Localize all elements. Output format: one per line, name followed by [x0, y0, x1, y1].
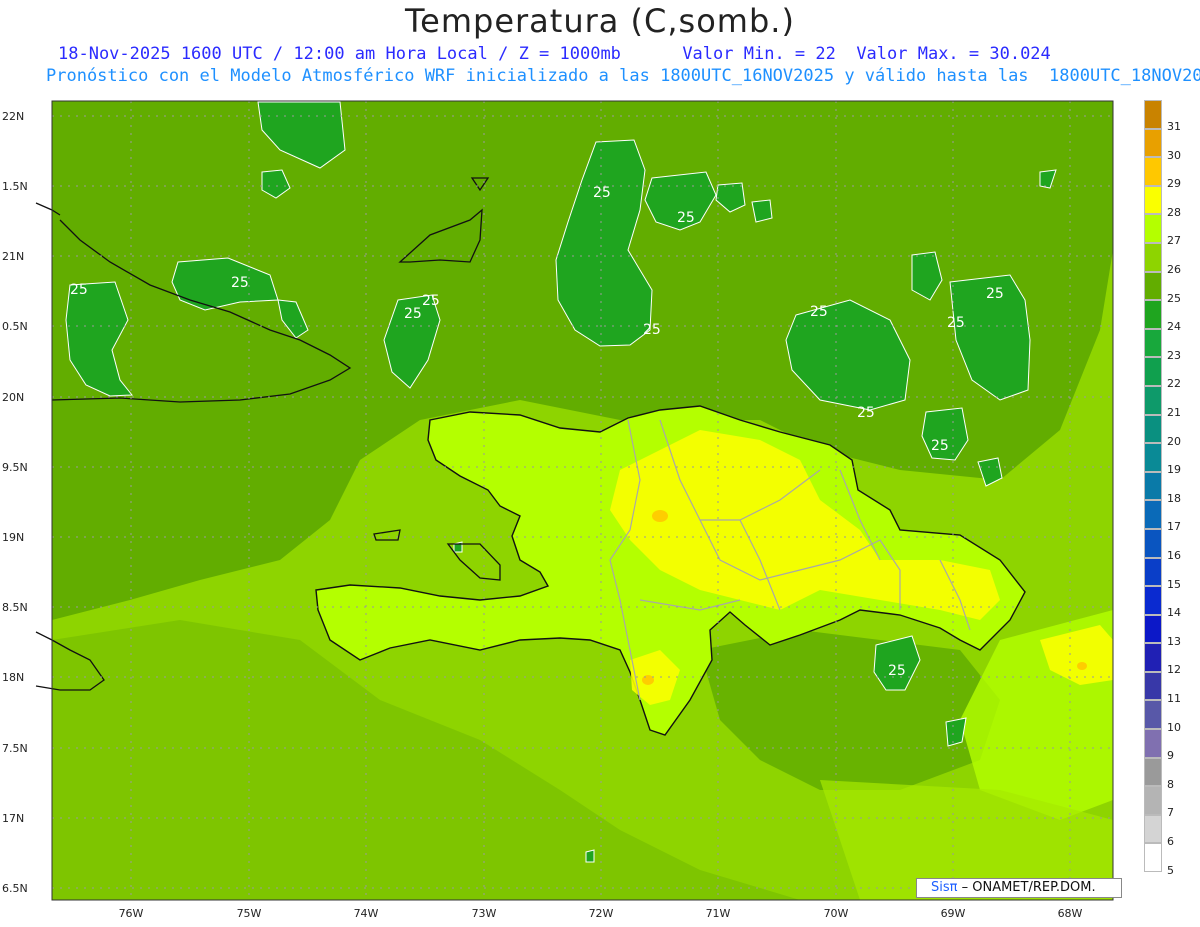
colorbar-label: 26: [1167, 263, 1181, 276]
temperature-map: 22N 1.5N 21N 0.5N 20N 9.5N 19N 8.5N 18N …: [2, 100, 1114, 920]
colorbar-label: 28: [1167, 205, 1181, 219]
colorbar-label: 5: [1167, 863, 1174, 877]
colorbar-swatch: [1144, 157, 1162, 186]
contour-label: 25: [947, 315, 965, 331]
colorbar-swatch: [1144, 385, 1162, 415]
colorbar-swatch: [1144, 414, 1162, 444]
colorbar-label: 15: [1167, 577, 1181, 591]
credit-box: Sisπ – ONAMET/REP.DOM.: [916, 878, 1122, 898]
colorbar-swatch: [1144, 443, 1162, 472]
lon-label: 76W: [119, 907, 144, 920]
contour-label: 25: [931, 438, 949, 454]
lon-label: 74W: [354, 907, 379, 920]
lon-label: 72W: [589, 907, 614, 920]
colorbar-swatch: [1144, 729, 1162, 758]
colorbar-swatch: [1144, 185, 1162, 215]
lon-label: 75W: [237, 907, 262, 920]
colorbar-label: 10: [1167, 720, 1181, 734]
colorbar-label: 27: [1167, 234, 1181, 248]
colorbar-label: 8: [1167, 777, 1174, 791]
colorbar-label: 23: [1167, 348, 1181, 362]
colorbar-label: 18: [1167, 491, 1181, 505]
lat-label: 8.5N: [2, 601, 28, 614]
contour-label: 25: [810, 304, 828, 320]
colorbar-swatch: [1144, 242, 1162, 272]
contour-label: 25: [857, 405, 875, 421]
colorbar-label: 6: [1167, 835, 1174, 848]
lat-label: 1.5N: [2, 180, 28, 193]
colorbar-label: 13: [1167, 634, 1181, 648]
colorbar-swatch: [1144, 557, 1162, 587]
colorbar-swatch: [1144, 843, 1162, 873]
lon-label: 68W: [1058, 907, 1083, 920]
contour-label: 25: [888, 663, 906, 679]
colorbar: [1144, 100, 1162, 873]
colorbar-swatch: [1144, 757, 1162, 787]
colorbar-label: 29: [1167, 177, 1181, 191]
contour-label: 25: [70, 282, 88, 298]
colorbar-swatch: [1144, 500, 1162, 529]
colorbar-swatch: [1144, 471, 1162, 501]
colorbar-swatch: [1144, 671, 1162, 701]
credit-text: – ONAMET/REP.DOM.: [957, 880, 1096, 895]
colorbar-label: 11: [1167, 692, 1181, 705]
colorbar-label: 7: [1167, 806, 1174, 820]
lon-label: 70W: [824, 907, 849, 920]
colorbar-label: 17: [1167, 520, 1181, 534]
colorbar-label: 14: [1167, 606, 1181, 620]
lat-label: 22N: [2, 110, 24, 123]
contour-label: 25: [404, 306, 422, 322]
colorbar-label: 20: [1167, 434, 1181, 448]
lat-label: 7.5N: [2, 742, 28, 755]
contour-label: 25: [422, 293, 440, 309]
latitude-labels: 22N 1.5N 21N 0.5N 20N 9.5N 19N 8.5N 18N …: [2, 110, 28, 895]
lat-label: 21N: [2, 250, 24, 263]
contour-label: 25: [593, 185, 611, 201]
lat-label: 18N: [2, 671, 24, 684]
colorbar-label: 24: [1167, 320, 1181, 334]
colorbar-label: 31: [1167, 120, 1181, 133]
colorbar-label: 25: [1167, 291, 1181, 305]
lat-label: 9.5N: [2, 461, 28, 474]
colorbar-swatch: [1144, 700, 1162, 730]
colorbar-swatch: [1144, 586, 1162, 615]
colorbar-label: 21: [1167, 406, 1181, 419]
contour-label: 25: [231, 275, 249, 291]
colorbar-swatch: [1144, 786, 1162, 815]
lat-label: 0.5N: [2, 320, 28, 333]
colorbar-swatch: [1144, 328, 1162, 358]
lon-label: 73W: [472, 907, 497, 920]
colorbar-swatch: [1144, 614, 1162, 644]
colorbar-swatch: [1144, 300, 1162, 329]
colorbar-swatch: [1144, 100, 1162, 129]
colorbar-swatch: [1144, 271, 1162, 301]
colorbar-label: 12: [1167, 663, 1181, 677]
colorbar-swatch: [1144, 814, 1162, 844]
lon-label: 71W: [706, 907, 731, 920]
contour-label: 25: [643, 322, 661, 338]
contour-label: 25: [677, 210, 695, 226]
colorbar-label: 30: [1167, 148, 1181, 162]
colorbar-label: 19: [1167, 463, 1181, 477]
lat-label: 17N: [2, 812, 24, 825]
lat-label: 19N: [2, 531, 24, 544]
credit-brand: Sisπ: [931, 880, 958, 895]
lat-label: 6.5N: [2, 882, 28, 895]
colorbar-swatch: [1144, 357, 1162, 386]
longitude-labels: 76W 75W 74W 73W 72W 71W 70W 69W 68W: [119, 907, 1083, 920]
colorbar-swatch: [1144, 528, 1162, 558]
colorbar-swatch: [1144, 214, 1162, 243]
colorbar-label: 22: [1167, 377, 1181, 391]
colorbar-swatch: [1144, 643, 1162, 672]
colorbar-swatch: [1144, 128, 1162, 158]
colorbar-label: 9: [1167, 749, 1174, 763]
lon-label: 69W: [941, 907, 966, 920]
colorbar-label: 16: [1167, 549, 1181, 562]
lat-label: 20N: [2, 391, 24, 404]
contour-label: 25: [986, 286, 1004, 302]
